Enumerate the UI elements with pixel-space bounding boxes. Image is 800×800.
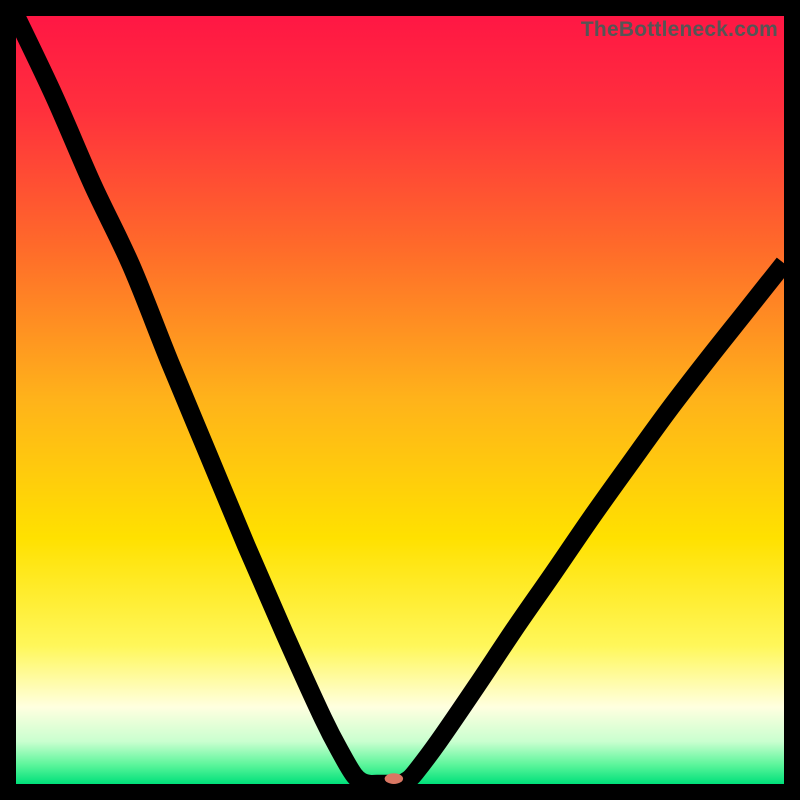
bottleneck-curve: [16, 16, 784, 784]
plot-area: TheBottleneck.com: [16, 16, 784, 784]
optimum-marker: [385, 773, 403, 784]
curve-layer: [16, 16, 784, 784]
watermark-text: TheBottleneck.com: [581, 18, 778, 42]
chart-frame: TheBottleneck.com: [0, 0, 800, 800]
